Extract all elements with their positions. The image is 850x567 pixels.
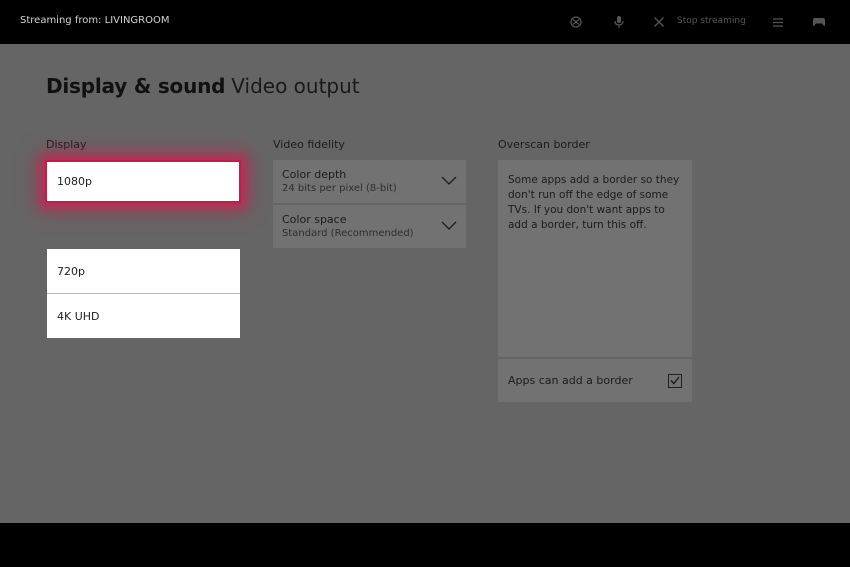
menu-icon[interactable] [770, 14, 786, 30]
page-title: Display & sound Video output [46, 74, 360, 98]
page-title-sub: Video output [231, 74, 360, 98]
stop-streaming-button[interactable]: Stop streaming [677, 16, 746, 26]
color-depth-dropdown[interactable]: Color depth 24 bits per pixel (8-bit) [273, 160, 466, 203]
color-space-dropdown[interactable]: Color space Standard (Recommended) [273, 205, 466, 248]
display-option-720p[interactable]: 720p [47, 249, 240, 293]
top-bar: Streaming from: LIVINGROOM Stop streamin… [0, 0, 850, 44]
settings-panel: Display & sound Video output Display 720p… [0, 44, 850, 523]
overscan-description-panel: Some apps add a border so they don't run… [498, 160, 692, 357]
video-fidelity-label: Video fidelity [273, 138, 345, 151]
page-title-main: Display & sound [46, 74, 226, 98]
streaming-from-label: Streaming from: LIVINGROOM [20, 15, 170, 26]
controller-icon[interactable] [811, 14, 827, 30]
apps-border-label: Apps can add a border [508, 374, 633, 387]
overscan-description: Some apps add a border so they don't run… [508, 174, 680, 231]
color-space-value: Standard (Recommended) [282, 228, 414, 239]
bottom-bar [0, 523, 850, 567]
checkmark-icon [670, 376, 680, 385]
chevron-down-icon [441, 176, 457, 185]
display-option-label: 720p [57, 264, 85, 278]
apps-border-checkbox[interactable] [668, 373, 682, 388]
apps-border-toggle[interactable]: Apps can add a border [498, 359, 692, 402]
close-icon[interactable] [651, 14, 667, 30]
display-option-label: 4K UHD [57, 309, 100, 323]
color-depth-label: Color depth [282, 168, 347, 181]
color-space-label: Color space [282, 213, 347, 226]
microphone-icon[interactable] [611, 14, 627, 30]
color-depth-value: 24 bits per pixel (8-bit) [282, 183, 397, 194]
display-label: Display [46, 138, 87, 151]
display-option-1080p[interactable]: 1080p [45, 160, 241, 203]
display-option-label: 1080p [57, 175, 92, 188]
chevron-down-icon [441, 221, 457, 230]
overscan-border-label: Overscan border [498, 138, 590, 151]
display-option-4k-uhd[interactable]: 4K UHD [47, 294, 240, 338]
xbox-icon[interactable] [568, 14, 584, 30]
